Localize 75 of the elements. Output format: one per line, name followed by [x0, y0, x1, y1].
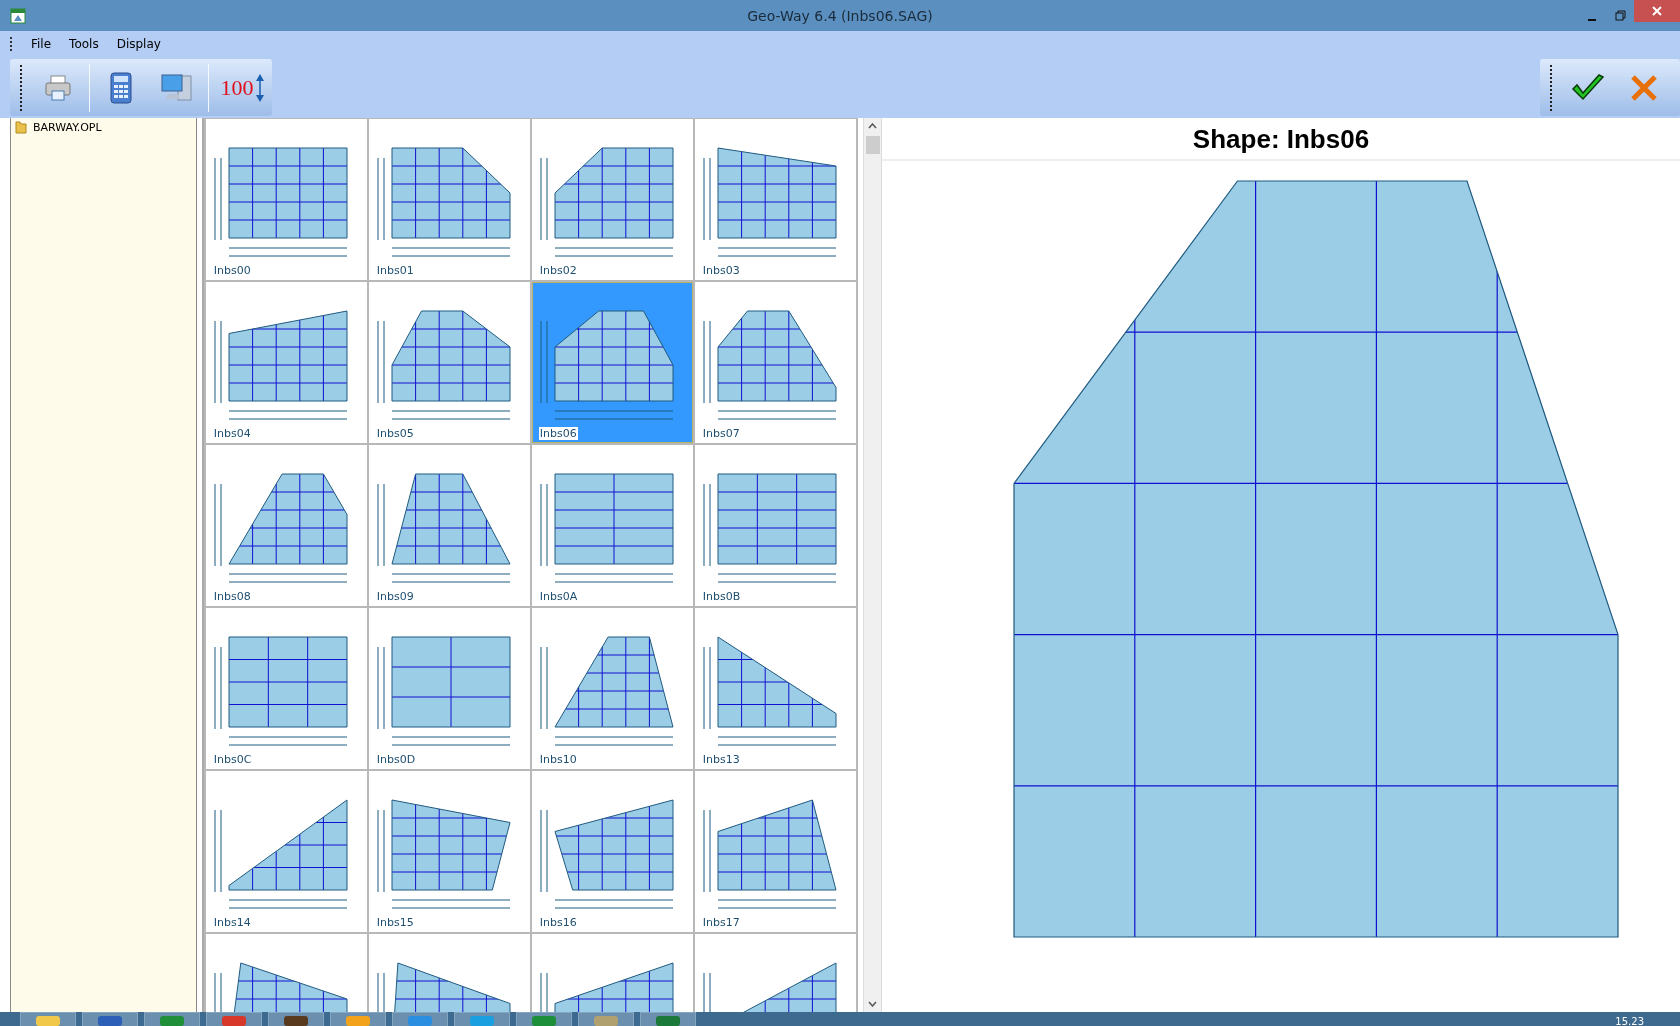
app-icon [593, 1013, 619, 1026]
shape-tile[interactable]: Inbs15 [368, 771, 530, 932]
app-icon [159, 1013, 185, 1026]
app-icon [469, 1013, 495, 1026]
app-icon [10, 7, 26, 24]
shape-tile[interactable]: Inbs06 [531, 282, 693, 443]
up-down-arrow-icon [255, 73, 264, 102]
shape-name: Inbs05 [375, 427, 415, 440]
app-icon [283, 1013, 309, 1026]
close-icon [1652, 6, 1662, 16]
shape-name: Inbs01 [375, 264, 415, 277]
file-name: BARWAY.OPL [33, 120, 102, 134]
shape-name: Inbs09 [375, 590, 415, 603]
shape-tile[interactable]: Inbs05 [368, 282, 530, 443]
scroll-thumb[interactable] [865, 136, 880, 154]
shape-tile[interactable]: Inbs00 [205, 119, 367, 280]
shape-tile[interactable]: Inbs0B [694, 445, 856, 606]
shape-name: Inbs04 [212, 427, 252, 440]
shape-tile[interactable]: Inbs04 [205, 282, 367, 443]
shape-title: Shape: Inbs06 [882, 118, 1680, 161]
shape-tile[interactable]: Inbs01 [368, 119, 530, 280]
restore-icon [1614, 10, 1626, 21]
app-icon [531, 1013, 557, 1026]
close-button[interactable] [1634, 0, 1680, 22]
clock: 15.23 [1615, 1016, 1644, 1026]
shape-tile[interactable]: Inbs16 [531, 771, 693, 932]
window-title: Geo-Way 6.4 (Inbs06.SAG) [747, 7, 933, 24]
app-icon [407, 1013, 433, 1026]
shape-tile[interactable]: Inbs09 [368, 445, 530, 606]
taskbar-button[interactable] [206, 1012, 262, 1026]
taskbar-button[interactable] [20, 1012, 76, 1026]
shape-name: Inbs0D [375, 753, 417, 766]
scroll-down-icon[interactable] [868, 1001, 877, 1007]
shape-tile[interactable]: Inbs13 [694, 608, 856, 769]
shape-name: Inbs0B [701, 590, 742, 603]
shape-tile[interactable]: Inbs07 [694, 282, 856, 443]
shape-name: Inbs07 [701, 427, 741, 440]
shape-tile[interactable]: Inbs10 [531, 608, 693, 769]
app-icon [35, 1013, 61, 1026]
shape-name: Inbs15 [375, 916, 415, 929]
shape-name: Inbs06 [538, 427, 578, 440]
shape-tile[interactable]: Inbs08 [205, 445, 367, 606]
menu-item[interactable]: Display [109, 35, 168, 53]
menu-item[interactable]: Tools [62, 35, 106, 53]
minimize-icon [1588, 18, 1596, 21]
shape-tile[interactable]: Inbs0A [531, 445, 693, 606]
shape-name: Inbs10 [538, 753, 578, 766]
shape-tile[interactable]: Inbs17 [694, 771, 856, 932]
shape-tile[interactable]: Inbs03 [694, 119, 856, 280]
taskbar-button[interactable] [82, 1012, 138, 1026]
shape-name: Inbs16 [538, 916, 578, 929]
shape-tile[interactable]: Inbs02 [531, 119, 693, 280]
app-icon [221, 1013, 247, 1026]
shape-tile[interactable]: Inbs0C [205, 608, 367, 769]
shape-name: Inbs0C [212, 753, 253, 766]
app-icon [97, 1013, 123, 1026]
shape-tile[interactable]: Inbs0D [368, 608, 530, 769]
shape-name: Inbs17 [701, 916, 741, 929]
folder-icon [15, 120, 27, 134]
taskbar-button[interactable] [640, 1012, 696, 1026]
app-icon [655, 1013, 681, 1026]
scrollbar[interactable] [863, 118, 881, 1012]
shape-tile[interactable]: Inbs14 [205, 771, 367, 932]
shape-name: Inbs08 [212, 590, 252, 603]
tree-item[interactable]: BARWAY.OPL [11, 118, 196, 136]
shape-name: Inbs00 [212, 264, 252, 277]
menu-item[interactable]: File [24, 35, 59, 53]
shape-name: Inbs0A [538, 590, 579, 603]
shape-name: Inbs13 [701, 753, 741, 766]
shape-name: Inbs14 [212, 916, 252, 929]
scroll-up-icon[interactable] [868, 123, 877, 129]
taskbar-button[interactable] [268, 1012, 324, 1026]
shape-name: Inbs03 [701, 264, 741, 277]
app-icon [345, 1013, 371, 1026]
shape-name: Inbs02 [538, 264, 578, 277]
